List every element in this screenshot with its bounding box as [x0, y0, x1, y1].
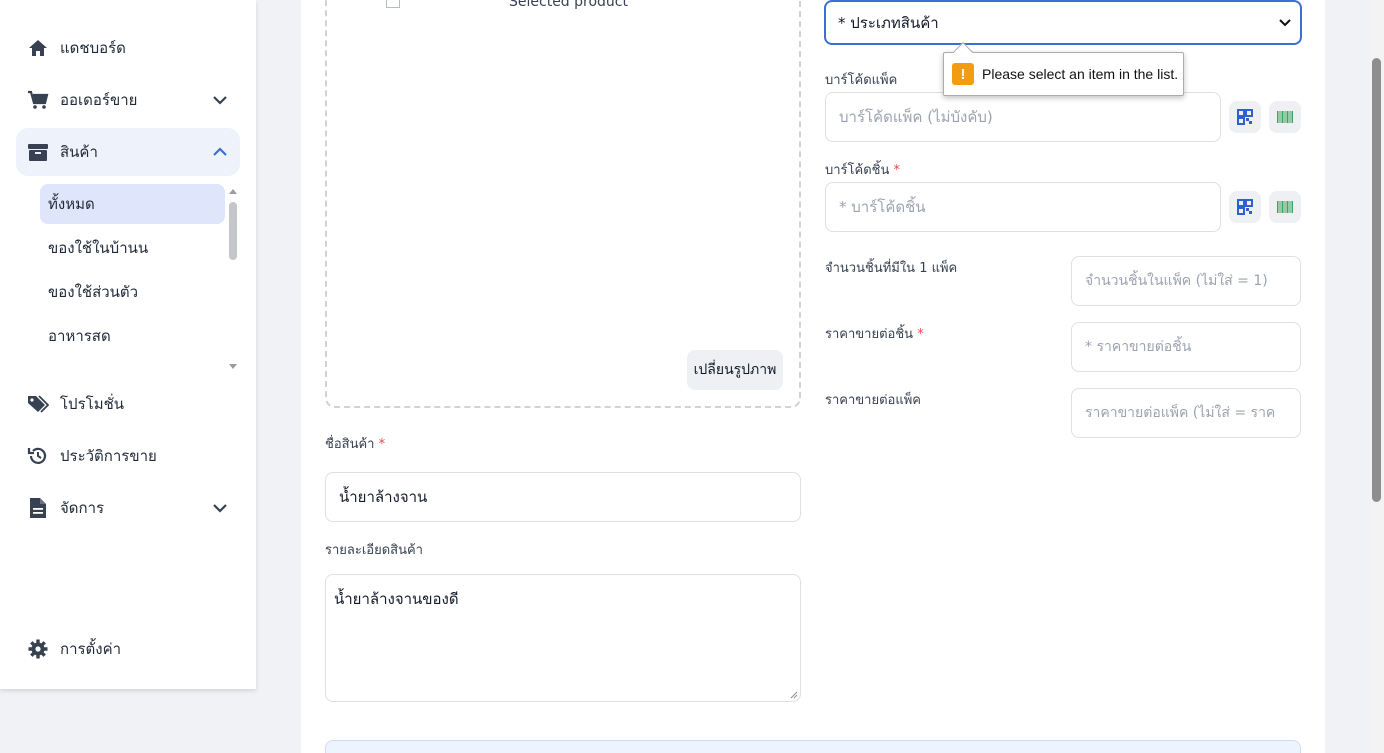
broken-image-icon	[386, 0, 400, 8]
pack-price-label: ราคาขายต่อแพ็ค	[825, 393, 921, 408]
file-icon	[26, 496, 50, 520]
chevron-down-icon	[1279, 19, 1291, 27]
home-icon	[26, 36, 50, 60]
sidebar: แดชบอร์ด ออเดอร์ขาย สินค้า ทั้งหมด ของใช…	[0, 0, 256, 689]
tooltip-message: Please select an item in the list.	[982, 66, 1179, 82]
nav-settings-label: การตั้งค่า	[60, 640, 122, 658]
nav-sales-orders-label: ออเดอร์ขาย	[60, 91, 138, 109]
products-submenu: ทั้งหมด ของใช้ในบ้านน ของใช้ส่วนตัว อาหา…	[40, 184, 240, 374]
page-scroll-thumb[interactable]	[1372, 58, 1381, 502]
pack-barcode-label: บาร์โค้ดแพ็ค	[825, 73, 898, 88]
cart-icon	[26, 88, 50, 112]
product-description-textarea[interactable]: น้ำยาล้างจานของดี	[325, 574, 801, 702]
product-name-input[interactable]: น้ำยาล้างจาน	[325, 472, 801, 522]
submenu-item-household[interactable]: ของใช้ในบ้านน	[40, 228, 225, 268]
qr-code-icon	[1237, 109, 1253, 125]
unit-barcode-scan-button[interactable]	[1269, 191, 1301, 223]
box-icon	[26, 140, 50, 164]
chevron-down-icon	[213, 504, 227, 513]
barcode-icon	[1277, 201, 1293, 213]
category-select-value: * ประเภทสินค้า	[838, 13, 939, 32]
pack-barcode-qr-button[interactable]	[1229, 101, 1261, 133]
submenu-item-fresh-food[interactable]: อาหารสด	[40, 316, 225, 356]
product-image-dropzone[interactable]	[325, 0, 801, 408]
pack-qty-label: จำนวนชิ้นที่มีใน 1 แพ็ค	[825, 261, 958, 276]
product-image-alt: Selected product	[509, 0, 628, 10]
tags-icon	[26, 392, 50, 416]
submenu-item-partial[interactable]	[40, 360, 225, 374]
info-bar	[325, 740, 1301, 753]
product-name-label: ชื่อสินค้า *	[325, 437, 386, 452]
nav-products[interactable]: สินค้า	[16, 128, 240, 176]
submenu-item-all[interactable]: ทั้งหมด	[40, 184, 225, 224]
nav-sales-orders[interactable]: ออเดอร์ขาย	[16, 76, 240, 124]
nav-manage-label: จัดการ	[60, 499, 105, 517]
nav-promotions[interactable]: โปรโมชั่น	[16, 380, 240, 428]
scroll-up-arrow-icon[interactable]	[228, 186, 238, 196]
qr-code-icon	[1237, 199, 1253, 215]
nav-settings[interactable]: การตั้งค่า	[16, 625, 240, 673]
resize-grip-icon[interactable]	[790, 691, 798, 699]
submenu-scrollbar[interactable]	[228, 186, 238, 372]
unit-barcode-input[interactable]: * บาร์โค้ดชิ้น	[825, 182, 1221, 232]
nav-dashboard-label: แดชบอร์ด	[60, 39, 126, 57]
nav-promotions-label: โปรโมชั่น	[60, 395, 125, 413]
gear-icon	[26, 637, 50, 661]
chevron-up-icon	[213, 147, 227, 156]
page-scrollbar[interactable]	[1370, 0, 1384, 753]
pack-price-input[interactable]: ราคาขายต่อแพ็ค (ไม่ใส่ = ราค	[1071, 388, 1301, 438]
validation-tooltip: ! Please select an item in the list.	[943, 42, 1184, 96]
unit-price-input[interactable]: * ราคาขายต่อชิ้น	[1071, 322, 1301, 372]
barcode-icon	[1277, 111, 1293, 123]
pack-barcode-input[interactable]: บาร์โค้ดแพ็ค (ไม่บังคับ)	[825, 92, 1221, 142]
submenu-item-personal[interactable]: ของใช้ส่วนตัว	[40, 272, 225, 312]
scroll-down-arrow-icon[interactable]	[228, 362, 238, 372]
warning-icon: !	[952, 63, 974, 85]
nav-sales-history[interactable]: ประวัติการขาย	[16, 432, 240, 480]
nav-products-label: สินค้า	[60, 143, 98, 161]
nav-manage[interactable]: จัดการ	[16, 484, 240, 532]
history-icon	[26, 444, 50, 468]
unit-barcode-qr-button[interactable]	[1229, 191, 1261, 223]
nav-dashboard[interactable]: แดชบอร์ด	[16, 24, 240, 72]
category-select[interactable]: * ประเภทสินค้า	[824, 0, 1302, 45]
nav-sales-history-label: ประวัติการขาย	[60, 447, 157, 465]
submenu-scroll-thumb[interactable]	[229, 202, 237, 260]
chevron-down-icon	[213, 96, 227, 105]
unit-price-label: ราคาขายต่อชิ้น *	[825, 327, 924, 342]
pack-qty-input[interactable]: จำนวนชิ้นในแพ็ค (ไม่ใส่ = 1)	[1071, 256, 1301, 306]
change-image-button[interactable]: เปลี่ยนรูปภาพ	[687, 350, 783, 390]
pack-barcode-scan-button[interactable]	[1269, 101, 1301, 133]
unit-barcode-label: บาร์โค้ดชิ้น *	[825, 163, 901, 178]
product-description-label: รายละเอียดสินค้า	[325, 543, 423, 558]
